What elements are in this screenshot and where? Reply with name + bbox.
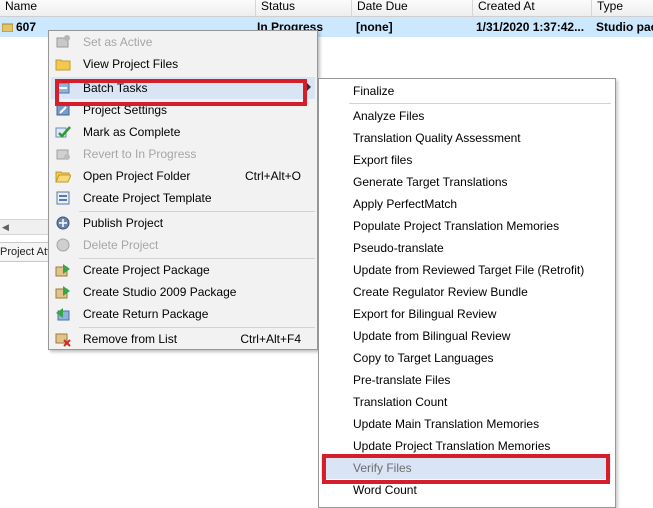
menu-item-label: Set as Active [83,35,153,49]
submenu-item-label: Copy to Target Languages [353,351,494,365]
submenu-item-label: Finalize [353,84,395,98]
submenu-item-finalize[interactable]: Finalize [321,80,611,102]
submenu-item-label: Create Regulator Review Bundle [353,285,528,299]
menu-item-label: Create Project Package [83,263,210,277]
annotation-highlight-verify-files [322,454,610,484]
menu-item-label: Publish Project [83,216,164,230]
submenu-item-update-main-tms[interactable]: Update Main Translation Memories [321,413,611,435]
project-created-at-cell: 1/31/2020 1:37:42... [476,20,585,34]
submenu-item-export-files[interactable]: Export files [321,149,611,171]
submenu-item-analyze-files[interactable]: Analyze Files [321,105,611,127]
checkmark-icon [55,126,71,138]
submenu-item-label: Pseudo-translate [353,241,444,255]
submenu-item-create-regulator-review-bundle[interactable]: Create Regulator Review Bundle [321,281,611,303]
menu-item-open-project-folder[interactable]: Open Project Folder Ctrl+Alt+O [51,165,315,187]
menu-item-shortcut: Ctrl+Alt+F4 [240,332,301,346]
submenu-arrow-icon [307,83,311,91]
submenu-item-label: Translation Quality Assessment [353,131,521,145]
submenu-item-update-from-bilingual-review[interactable]: Update from Bilingual Review [321,325,611,347]
column-header-status[interactable]: Status [255,0,351,16]
column-header-name[interactable]: Name [0,0,255,16]
submenu-item-translation-quality-assessment[interactable]: Translation Quality Assessment [321,127,611,149]
set-active-icon [56,35,70,48]
menu-item-label: Create Project Template [83,191,212,205]
column-header-date-due[interactable]: Date Due [351,0,472,16]
menu-item-create-project-package[interactable]: Create Project Package [51,259,315,281]
submenu-item-label: Update Main Translation Memories [353,417,540,431]
revert-icon [56,149,70,160]
remove-icon [55,333,71,347]
menu-item-delete-project[interactable]: Delete Project [51,234,315,256]
menu-item-create-return-package[interactable]: Create Return Package [51,303,315,325]
submenu-item-pseudo-translate[interactable]: Pseudo-translate [321,237,611,259]
submenu-item-label: Update from Bilingual Review [353,329,511,343]
submenu-item-label: Generate Target Translations [353,175,508,189]
submenu-item-update-from-reviewed-target[interactable]: Update from Reviewed Target File (Retrof… [321,259,611,281]
column-header-bar: Name Status Date Due Created At Type [0,0,653,17]
project-attributes-tab[interactable]: Project Attri [0,242,48,262]
batch-tasks-submenu: Finalize Analyze Files Translation Quali… [318,78,616,508]
menu-item-create-studio-2009-package[interactable]: Create Studio 2009 Package [51,281,315,303]
column-header-type[interactable]: Type [591,0,653,16]
submenu-item-label: Export for Bilingual Review [353,307,497,321]
publish-icon [56,216,70,230]
menu-separator [349,103,611,104]
submenu-item-translation-count[interactable]: Translation Count [321,391,611,413]
project-date-due-cell: [none] [356,20,393,34]
package-icon [55,264,70,277]
menu-item-create-project-template[interactable]: Create Project Template [51,187,315,209]
menu-item-set-as-active[interactable]: Set as Active [51,31,315,53]
menu-item-label: Mark as Complete [83,125,181,139]
submenu-item-label: Populate Project Translation Memories [353,219,560,233]
menu-item-shortcut: Ctrl+Alt+O [244,169,301,183]
menu-item-label: Create Return Package [83,307,209,321]
submenu-item-generate-target-translations[interactable]: Generate Target Translations [321,171,611,193]
menu-item-label: Create Studio 2009 Package [83,285,237,299]
delete-project-icon [56,238,70,252]
menu-item-revert-to-in-progress[interactable]: Revert to In Progress [51,143,315,165]
submenu-item-label: Analyze Files [353,109,425,123]
template-icon [56,191,70,205]
menu-item-label: View Project Files [83,57,179,71]
menu-item-view-project-files[interactable]: View Project Files [51,53,315,75]
submenu-item-label: Apply PerfectMatch [353,197,458,211]
project-type-cell: Studio pac [596,20,653,34]
menu-item-label: Open Project Folder [83,169,191,183]
open-folder-icon [55,171,71,183]
submenu-item-label: Pre-translate Files [353,373,451,387]
submenu-item-label: Export files [353,153,413,167]
submenu-item-label: Update from Reviewed Target File (Retrof… [353,263,585,277]
project-icon [2,23,13,32]
column-header-created-at[interactable]: Created At [472,0,591,16]
submenu-item-apply-perfectmatch[interactable]: Apply PerfectMatch [321,193,611,215]
annotation-highlight-batch-tasks [55,79,307,106]
submenu-item-export-for-bilingual-review[interactable]: Export for Bilingual Review [321,303,611,325]
return-package-icon [56,308,70,321]
submenu-item-copy-to-target-languages[interactable]: Copy to Target Languages [321,347,611,369]
studio-package-icon [55,286,70,299]
menu-item-label: Delete Project [83,238,159,252]
scroll-left-icon[interactable]: ◀ [2,222,9,233]
menu-item-label: Remove from List [83,332,178,346]
menu-item-remove-from-list[interactable]: Remove from List Ctrl+Alt+F4 [51,328,315,350]
project-name-cell: 607 [16,20,37,34]
context-menu: Set as Active View Project Files Batch T… [48,30,318,350]
horizontal-scrollbar[interactable]: ◀ [0,219,48,235]
menu-item-label: Revert to In Progress [83,147,197,161]
submenu-item-pre-translate-files[interactable]: Pre-translate Files [321,369,611,391]
submenu-item-label: Translation Count [353,395,448,409]
menu-item-mark-as-complete[interactable]: Mark as Complete [51,121,315,143]
folder-icon [55,59,71,71]
submenu-item-populate-project-tms[interactable]: Populate Project Translation Memories [321,215,611,237]
menu-item-publish-project[interactable]: Publish Project [51,212,315,234]
